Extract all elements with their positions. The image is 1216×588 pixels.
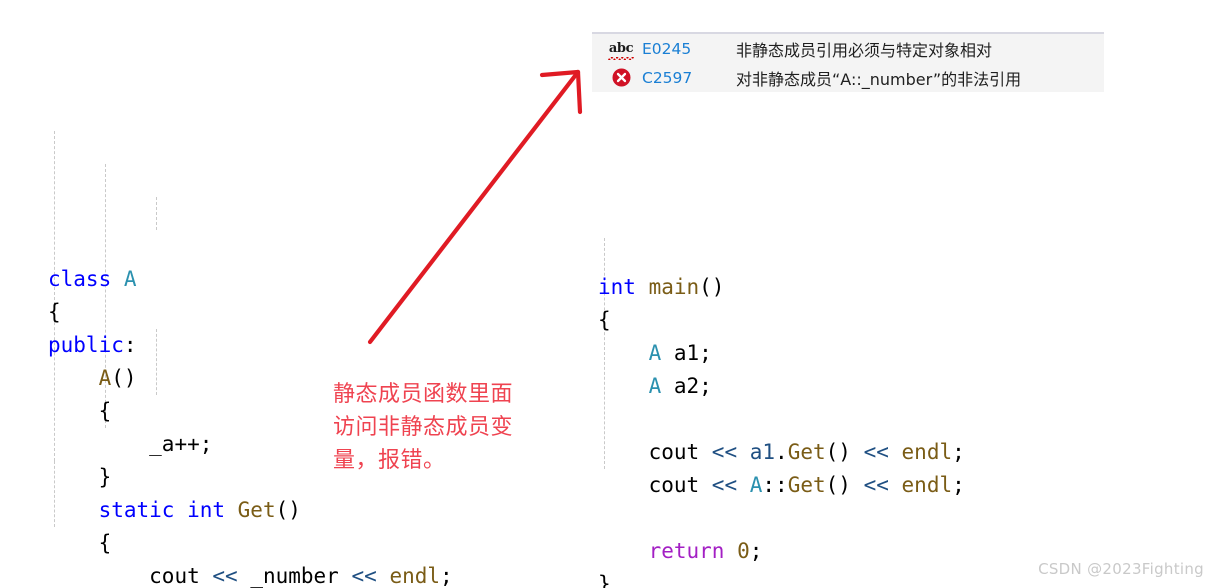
code-token: () xyxy=(825,473,864,497)
code-line: { xyxy=(48,296,453,329)
arrow-head-barb xyxy=(575,69,583,115)
error-code: E0245 xyxy=(642,39,692,58)
error-row[interactable]: abc E0245 非静态成员引用必须与特定对象相对 xyxy=(592,34,1104,63)
code-token: main xyxy=(648,275,700,299)
annotation-line: 访问非静态成员变 xyxy=(333,415,514,440)
code-token: () xyxy=(275,498,301,522)
code-line: { xyxy=(598,304,965,337)
error-row[interactable]: C2597 对非静态成员“A::_number”的非法引用 xyxy=(592,63,1104,92)
code-token: A xyxy=(749,473,763,497)
code-token: cout xyxy=(149,564,213,588)
code-token: A xyxy=(98,366,112,390)
abc-squiggle-icon: abc xyxy=(606,41,636,60)
code-token: int xyxy=(598,275,649,299)
code-line: public: xyxy=(48,329,453,362)
code-line: { xyxy=(48,527,453,560)
code-token: A xyxy=(648,374,662,398)
error-message: 非静态成员引用必须与特定对象相对 xyxy=(736,40,993,60)
code-token-error: _number xyxy=(250,560,339,588)
code-token: { xyxy=(98,531,112,555)
annotation-line: 静态成员函数里面 xyxy=(333,382,514,407)
code-token: cout xyxy=(648,473,712,497)
error-code: C2597 xyxy=(642,68,693,87)
code-token: () xyxy=(825,440,864,464)
code-token: : xyxy=(123,333,137,357)
error-list-tooltip: abc E0245 非静态成员引用必须与特定对象相对 C2597 对非静态成员“… xyxy=(592,32,1104,92)
code-line: return 0; xyxy=(598,535,965,568)
code-line: class A xyxy=(48,263,453,296)
code-token: Get xyxy=(787,473,826,497)
code-token: << xyxy=(351,564,377,588)
code-token: } xyxy=(98,465,112,489)
code-line: int main() xyxy=(598,271,965,304)
main-function-code-block: int main(){ A a1; A a2; cout << a1.Get()… xyxy=(598,172,965,588)
code-token: a1 xyxy=(749,440,776,464)
code-line: cout << _number << endl; xyxy=(48,560,453,588)
annotation-line: 量，报错。 xyxy=(333,448,446,473)
code-token: () xyxy=(699,275,725,299)
code-token: << xyxy=(711,440,738,464)
red-annotation-note: 静态成员函数里面 访问非静态成员变 量，报错。 xyxy=(333,378,565,477)
code-token: A xyxy=(123,267,137,291)
code-token: ; xyxy=(952,440,965,464)
code-token: public xyxy=(48,333,124,357)
arrow-head-barb xyxy=(539,69,581,78)
code-line: cout << A::Get() << endl; xyxy=(598,469,965,502)
code-token: A xyxy=(648,341,662,365)
code-token: ; xyxy=(749,539,763,563)
code-token: return xyxy=(648,539,725,563)
code-token: 0 xyxy=(737,539,750,563)
right-code-lines: int main(){ A a1; A a2; cout << a1.Get()… xyxy=(598,271,965,588)
code-token: ; xyxy=(440,564,453,588)
code-token: << xyxy=(212,564,238,588)
screenshot-root: class A{public: A() { _a++; } static int… xyxy=(0,0,1216,588)
code-line: A a2; xyxy=(598,370,965,403)
error-message: 对非静态成员“A::_number”的非法引用 xyxy=(736,69,1022,89)
abc-icon-text: abc xyxy=(607,41,635,60)
class-definition-code-block: class A{public: A() { _a++; } static int… xyxy=(48,32,453,588)
code-token: { xyxy=(48,300,61,324)
code-token: Get xyxy=(237,498,276,522)
code-token: endl xyxy=(389,564,441,588)
code-token: endl xyxy=(901,473,953,497)
code-line: cout << a1.Get() << endl; xyxy=(598,436,965,469)
code-token: a2; xyxy=(661,374,712,398)
indent-guide xyxy=(156,197,157,230)
code-token: cout xyxy=(648,440,712,464)
error-circle-icon xyxy=(606,68,636,87)
code-token: class xyxy=(48,267,124,291)
code-token: { xyxy=(598,308,611,332)
code-token: { xyxy=(98,399,112,423)
watermark-label: CSDN @2023Fighting xyxy=(1038,560,1204,578)
code-line: A a1; xyxy=(598,337,965,370)
code-token: endl xyxy=(901,440,953,464)
code-token: () xyxy=(111,366,137,390)
code-token: static int xyxy=(98,498,238,522)
code-token: Get xyxy=(787,440,826,464)
code-token: a1; xyxy=(661,341,712,365)
code-token: ; xyxy=(952,473,965,497)
code-token: } xyxy=(598,572,611,588)
code-token: << xyxy=(711,473,738,497)
code-line: static int Get() xyxy=(48,494,453,527)
code-line: } xyxy=(598,568,965,588)
code-token: . xyxy=(775,440,788,464)
code-token: _a++; xyxy=(149,432,213,456)
code-token: << xyxy=(863,473,889,497)
code-token: :: xyxy=(762,473,788,497)
code-token: << xyxy=(863,440,889,464)
